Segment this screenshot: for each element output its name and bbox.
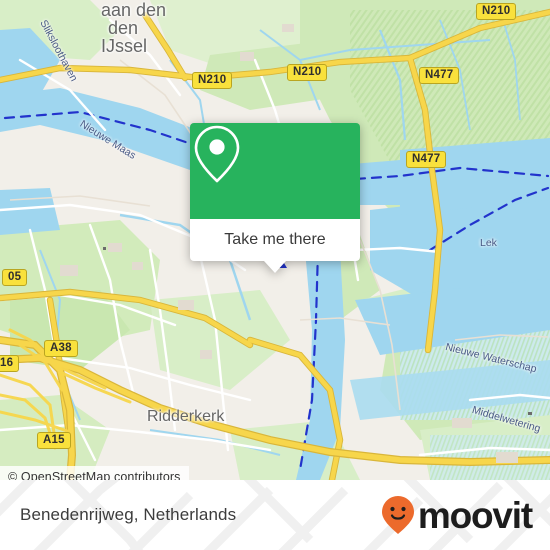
map-canvas[interactable]: N210 N210 N210 N477 N477 05 A38 16 A15 a… <box>0 0 550 480</box>
road-shield-05[interactable]: 05 <box>2 269 28 287</box>
map-attribution[interactable]: © OpenStreetMap contributors <box>0 466 189 480</box>
moovit-wordmark: moovit <box>417 494 533 536</box>
road-shield-n210-2[interactable]: N210 <box>287 64 328 82</box>
road-shield-16[interactable]: 16 <box>0 355 20 373</box>
road-shield-n477-1[interactable]: N477 <box>419 67 460 85</box>
footer-address-text: Benedenrijweg, Netherlands <box>20 505 237 524</box>
road-shield-a15[interactable]: A15 <box>37 432 71 450</box>
moovit-logo[interactable]: moovit <box>381 480 533 550</box>
take-me-there-button[interactable]: Take me there <box>190 219 360 261</box>
road-shield-a38[interactable]: A38 <box>44 340 78 358</box>
place-label-ijssel: IJssel <box>101 36 148 56</box>
location-pin-icon <box>194 125 240 183</box>
road-shield-n210-1[interactable]: N210 <box>476 3 517 21</box>
water-label-lek: Lek <box>480 237 497 249</box>
place-label-ridderkerk: Ridderkerk <box>147 408 225 425</box>
popup-tail <box>264 261 286 273</box>
popup-header <box>190 123 360 219</box>
footer-bar: Benedenrijweg, Netherlands moovit <box>0 480 550 550</box>
moovit-smiley-pin-icon <box>381 496 414 534</box>
location-popup-card[interactable]: Take me there <box>190 123 360 273</box>
attribution-text: © OpenStreetMap contributors <box>8 470 181 480</box>
take-me-there-label: Take me there <box>224 231 326 248</box>
screenshot-root: N210 N210 N210 N477 N477 05 A38 16 A15 a… <box>0 0 550 550</box>
road-shield-n477-2[interactable]: N477 <box>406 151 447 169</box>
footer-address: Benedenrijweg, Netherlands <box>20 480 236 550</box>
road-shield-n210-3[interactable]: N210 <box>192 72 233 90</box>
